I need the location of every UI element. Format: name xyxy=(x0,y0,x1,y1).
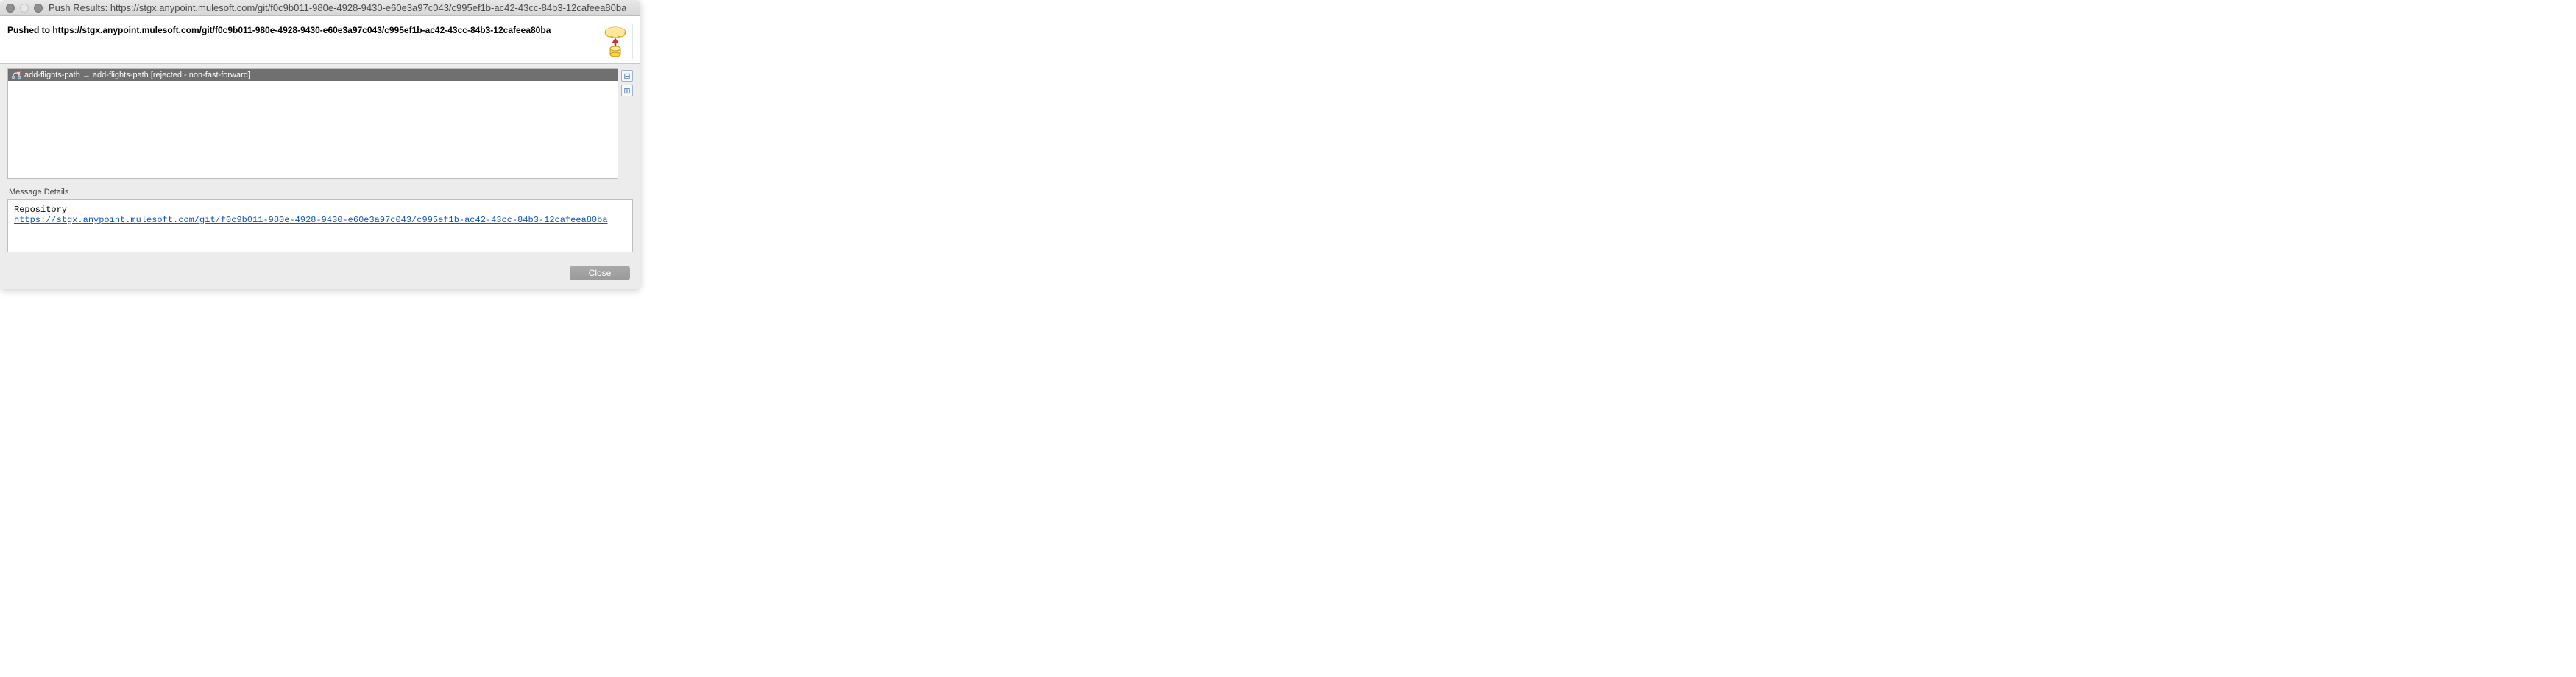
message-details-box[interactable]: Repository https://stgx.anypoint.mulesof… xyxy=(7,199,633,252)
collapse-all-button[interactable]: ⊟ xyxy=(621,70,633,82)
button-bar: Close xyxy=(0,258,640,289)
message-details-label: Message Details xyxy=(7,188,633,196)
results-list[interactable]: add-flights-path → add-flights-path [rej… xyxy=(7,68,618,179)
titlebar: Push Results: https://stgx.anypoint.mule… xyxy=(0,0,640,16)
minimize-window-button[interactable] xyxy=(20,4,29,13)
repository-url-link[interactable]: https://stgx.anypoint.mulesoft.com/git/f… xyxy=(14,215,608,225)
window-title: Push Results: https://stgx.anypoint.mule… xyxy=(49,2,626,13)
branch-reject-icon xyxy=(11,71,21,79)
close-button[interactable]: Close xyxy=(570,266,630,280)
header-message: Pushed to https://stgx.anypoint.mulesoft… xyxy=(7,24,551,35)
push-icon xyxy=(601,24,633,59)
repository-label: Repository xyxy=(14,205,626,215)
tree-controls: ⊟ ⊞ xyxy=(621,68,634,179)
result-text: add-flights-path → add-flights-path [rej… xyxy=(24,71,250,79)
header-section: Pushed to https://stgx.anypoint.mulesoft… xyxy=(0,16,640,64)
close-window-button[interactable] xyxy=(6,4,15,13)
results-area: add-flights-path → add-flights-path [rej… xyxy=(0,64,640,185)
result-row[interactable]: add-flights-path → add-flights-path [rej… xyxy=(8,69,618,81)
expand-all-button[interactable]: ⊞ xyxy=(621,85,633,96)
message-details-section: Message Details Repository https://stgx.… xyxy=(0,185,640,258)
window-controls xyxy=(6,4,43,13)
push-results-dialog: Push Results: https://stgx.anypoint.mule… xyxy=(0,0,640,289)
maximize-window-button[interactable] xyxy=(34,4,43,13)
